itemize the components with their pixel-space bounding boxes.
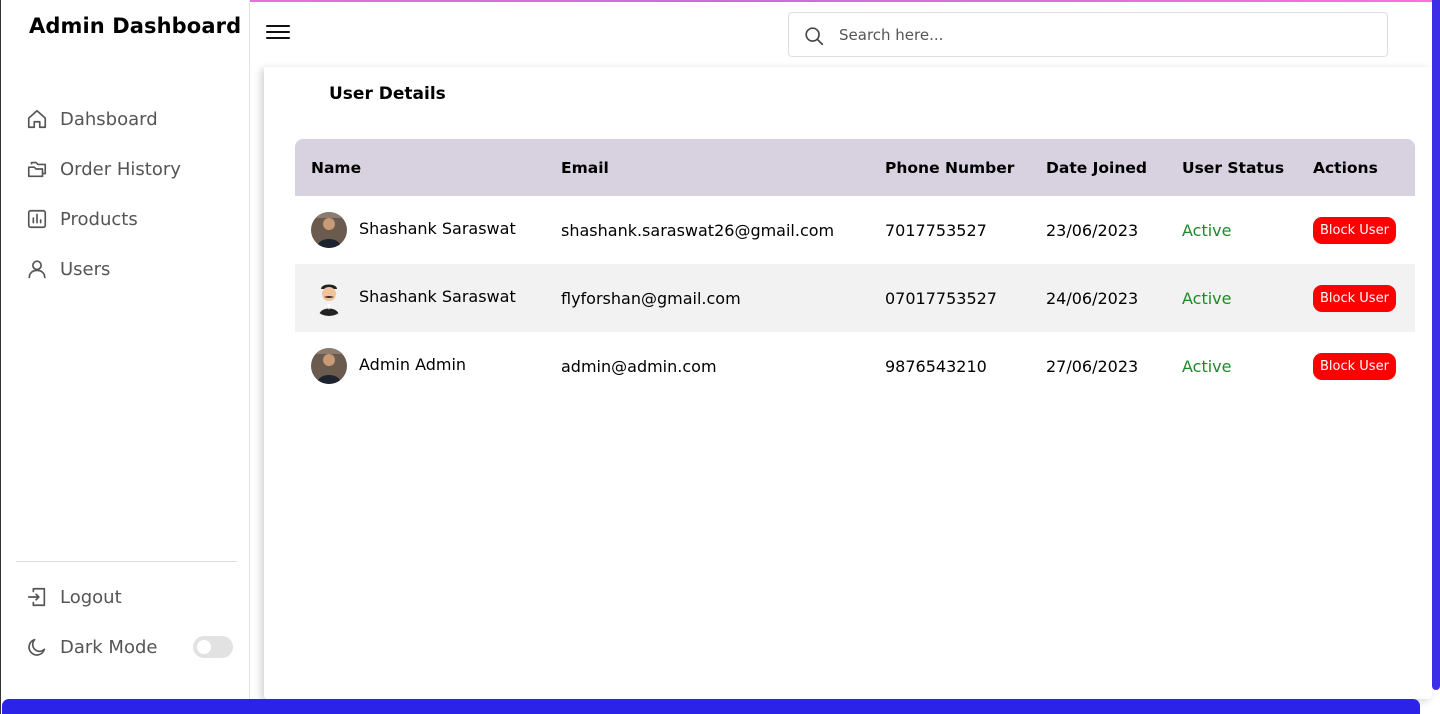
search-input[interactable] — [839, 23, 1359, 47]
name-cell: Admin Admin — [295, 348, 545, 384]
bar-chart-icon — [25, 207, 49, 231]
name-cell: Shashank Saraswat — [295, 212, 545, 248]
sidebar-item-order-history[interactable]: Order History — [25, 144, 181, 194]
user-date-joined: 23/06/2023 — [1046, 220, 1139, 240]
dark-mode-toggle[interactable] — [193, 636, 233, 658]
block-user-button[interactable]: Block User — [1313, 352, 1396, 380]
toggle-knob — [197, 640, 211, 654]
home-icon — [25, 107, 49, 131]
user-phone: 07017753527 — [885, 288, 997, 308]
sidebar-item-products[interactable]: Products — [25, 194, 181, 244]
user-name: Shashank Saraswat — [359, 218, 516, 238]
user-date-joined: 24/06/2023 — [1046, 288, 1139, 308]
hamburger-line — [266, 25, 290, 27]
sidebar-item-dashboard[interactable]: Dahsboard — [25, 94, 181, 144]
user-date-joined: 27/06/2023 — [1046, 356, 1139, 376]
app-title: Admin Dashboard — [29, 14, 242, 38]
user-name: Shashank Saraswat — [359, 286, 516, 306]
actions-cell: Block User — [1297, 352, 1415, 380]
user-email: flyforshan@gmail.com — [561, 288, 741, 308]
search-box — [788, 12, 1388, 57]
avatar — [311, 348, 347, 384]
sidebar-divider — [16, 561, 237, 562]
block-user-button[interactable]: Block User — [1313, 284, 1396, 312]
search-icon — [803, 25, 825, 47]
sidebar-item-label: Users — [60, 258, 111, 280]
sidebar: Admin Dashboard Dahsboard Order History … — [1, 0, 250, 714]
hamburger-line — [266, 37, 290, 39]
dark-mode-row: Dark Mode — [25, 622, 157, 672]
logout-label: Logout — [60, 586, 122, 608]
sidebar-item-label: Products — [60, 208, 138, 230]
sidebar-item-users[interactable]: Users — [25, 244, 181, 294]
page-title: User Details — [329, 84, 446, 104]
actions-cell: Block User — [1297, 284, 1415, 312]
status-badge: Active — [1182, 288, 1232, 308]
column-header-user-status: User Status — [1182, 158, 1285, 177]
users-table: Name Email Phone Number Date Joined User… — [295, 139, 1415, 400]
column-header-name: Name — [311, 158, 362, 177]
user-email: admin@admin.com — [561, 356, 717, 376]
user-email: shashank.saraswat26@gmail.com — [561, 220, 835, 240]
block-user-button[interactable]: Block User — [1313, 216, 1396, 244]
status-badge: Active — [1182, 220, 1232, 240]
menu-toggle-button[interactable] — [266, 25, 290, 43]
table-header: Name Email Phone Number Date Joined User… — [295, 139, 1415, 196]
folders-icon — [25, 157, 49, 181]
sidebar-nav: Dahsboard Order History Products Users — [25, 94, 181, 294]
table-row: Shashank Saraswat flyforshan@gmail.com 0… — [295, 264, 1415, 332]
dark-mode-label: Dark Mode — [60, 636, 158, 658]
table-row: Admin Admin admin@admin.com 9876543210 2… — [295, 332, 1415, 400]
user-phone: 7017753527 — [885, 220, 987, 240]
hamburger-line — [266, 31, 290, 33]
horizontal-scrollbar[interactable] — [2, 699, 1420, 714]
column-header-actions: Actions — [1313, 158, 1378, 177]
moon-icon — [25, 635, 49, 659]
user-details-panel: User Details Name Email Phone Number Dat… — [264, 67, 1432, 699]
sidebar-item-label: Dahsboard — [60, 108, 158, 130]
status-badge: Active — [1182, 356, 1232, 376]
column-header-email: Email — [561, 158, 609, 177]
avatar — [311, 212, 347, 248]
logout-icon — [25, 585, 49, 609]
table-row: Shashank Saraswat shashank.saraswat26@gm… — [295, 196, 1415, 264]
vertical-scrollbar[interactable] — [1432, 0, 1440, 690]
avatar — [311, 280, 347, 316]
user-phone: 9876543210 — [885, 356, 987, 376]
sidebar-item-label: Order History — [60, 158, 181, 180]
sidebar-bottom: Logout Dark Mode — [25, 572, 157, 672]
user-name: Admin Admin — [359, 354, 467, 374]
column-header-phone: Phone Number — [885, 158, 1015, 177]
logout-button[interactable]: Logout — [25, 572, 157, 622]
user-icon — [25, 257, 49, 281]
actions-cell: Block User — [1297, 216, 1415, 244]
column-header-date-joined: Date Joined — [1046, 158, 1148, 177]
name-cell: Shashank Saraswat — [295, 280, 545, 316]
